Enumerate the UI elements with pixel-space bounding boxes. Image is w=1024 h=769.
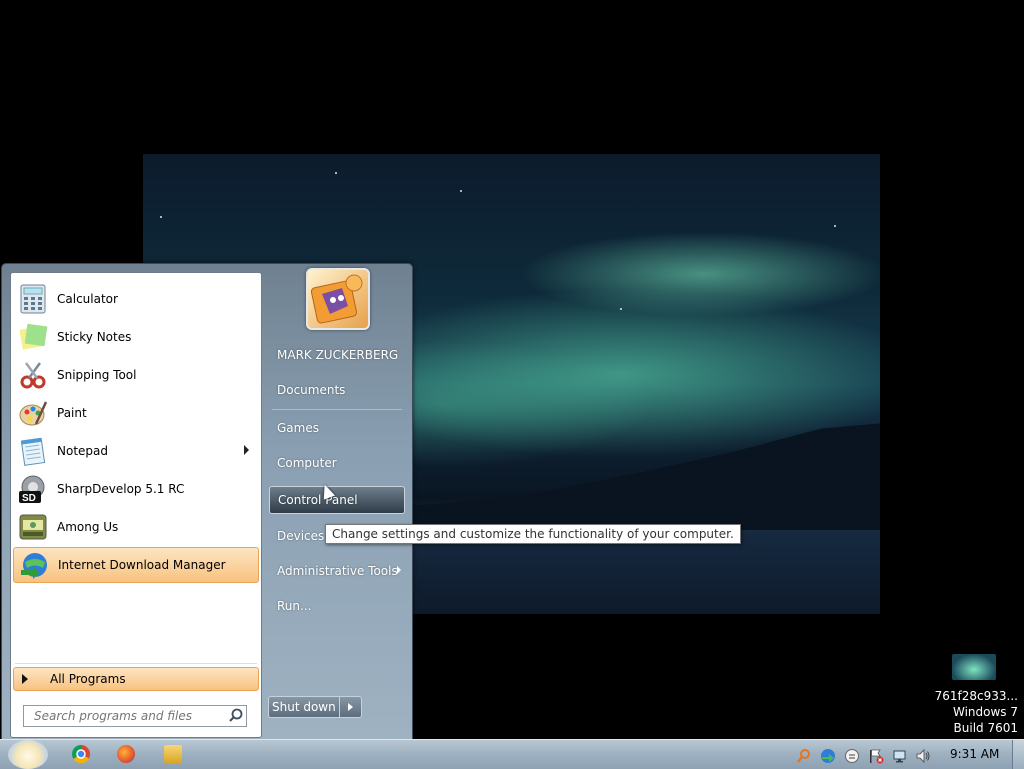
star xyxy=(460,190,462,192)
start-menu: Calculator Sticky Notes Snipping Tool Pa… xyxy=(1,263,413,741)
programs-divider xyxy=(15,663,257,664)
start-menu-right-pane: MARK ZUCKERBERG Documents Games Computer… xyxy=(262,264,412,740)
program-label: Snipping Tool xyxy=(57,368,137,382)
program-label: SharpDevelop 5.1 RC xyxy=(57,482,185,496)
start-button[interactable] xyxy=(8,740,48,769)
notepad-icon xyxy=(17,435,49,467)
start-menu-programs-pane: Calculator Sticky Notes Snipping Tool Pa… xyxy=(10,272,262,738)
documents-link[interactable]: Documents xyxy=(269,376,405,404)
star xyxy=(620,308,622,310)
windows-watermark: 761f28c933... Windows 7 Build 7601 xyxy=(898,688,1018,736)
action-center-flag-icon[interactable] xyxy=(868,748,884,764)
computer-link[interactable]: Computer xyxy=(269,449,405,477)
program-item-snipping-tool[interactable]: Snipping Tool xyxy=(13,357,259,393)
sharpdevelop-icon: SD xyxy=(17,473,49,505)
svg-text:SD: SD xyxy=(22,493,36,504)
all-programs-button[interactable]: All Programs xyxy=(13,667,259,691)
user-avatar[interactable] xyxy=(306,268,370,330)
program-label: Internet Download Manager xyxy=(58,558,226,572)
search-box[interactable] xyxy=(23,705,247,727)
taskbar: 9:31 AM xyxy=(0,739,1024,769)
network-icon[interactable] xyxy=(892,748,906,763)
star xyxy=(834,225,836,227)
shutdown-options-arrow-icon[interactable] xyxy=(338,697,361,717)
games-link[interactable]: Games xyxy=(269,414,405,442)
idm-tray-icon[interactable] xyxy=(820,748,835,763)
paint-icon xyxy=(17,397,49,429)
run-link[interactable]: Run... xyxy=(269,592,405,620)
program-item-calculator[interactable]: Calculator xyxy=(13,281,259,317)
calculator-icon xyxy=(17,283,49,315)
program-item-internet-download-manager[interactable]: Internet Download Manager xyxy=(13,547,259,583)
administrative-tools-label: Administrative Tools xyxy=(277,564,398,578)
program-label: Paint xyxy=(57,406,87,420)
triangle-right-icon xyxy=(22,674,28,684)
program-item-paint[interactable]: Paint xyxy=(13,395,259,431)
program-item-sticky-notes[interactable]: Sticky Notes xyxy=(13,319,259,355)
program-item-notepad[interactable]: Notepad xyxy=(13,433,259,469)
search-icon[interactable] xyxy=(226,706,246,726)
among-us-icon xyxy=(17,511,49,543)
control-panel-link[interactable]: Control Panel xyxy=(269,486,405,514)
right-pane-separator xyxy=(272,409,402,410)
star xyxy=(335,172,337,174)
idm-icon xyxy=(18,549,50,581)
show-desktop-button[interactable] xyxy=(1012,740,1024,769)
emoji-tray-icon[interactable] xyxy=(844,748,859,763)
taskbar-clock[interactable]: 9:31 AM xyxy=(950,747,999,761)
watermark-line: Build 7601 xyxy=(953,721,1018,735)
snipping-tool-icon xyxy=(17,359,49,391)
program-item-among-us[interactable]: Among Us xyxy=(13,509,259,545)
shutdown-button[interactable]: Shut down xyxy=(269,700,339,714)
submenu-arrow-icon[interactable] xyxy=(397,566,401,574)
program-label: Notepad xyxy=(57,444,108,458)
desktop-thumbnail-icon[interactable] xyxy=(952,654,996,680)
star xyxy=(160,216,162,218)
search-input[interactable] xyxy=(32,708,226,724)
explorer-icon[interactable] xyxy=(164,745,182,763)
control-panel-tooltip: Change settings and customize the functi… xyxy=(325,524,741,544)
search-tray-icon[interactable] xyxy=(796,748,810,763)
user-name-link[interactable]: MARK ZUCKERBERG xyxy=(269,341,405,369)
program-label: Calculator xyxy=(57,292,118,306)
shutdown-button-group: Shut down xyxy=(268,696,362,718)
watermark-line: Windows 7 xyxy=(952,705,1018,719)
program-label: Sticky Notes xyxy=(57,330,132,344)
sticky-notes-icon xyxy=(17,321,49,353)
submenu-arrow-icon[interactable] xyxy=(244,445,249,455)
program-item-sharpdevelop[interactable]: SD SharpDevelop 5.1 RC xyxy=(13,471,259,507)
firefox-icon[interactable] xyxy=(117,745,135,763)
all-programs-label: All Programs xyxy=(50,672,126,686)
volume-icon[interactable] xyxy=(915,748,930,763)
administrative-tools-link[interactable]: Administrative Tools xyxy=(269,557,405,585)
chrome-icon[interactable] xyxy=(72,745,90,763)
program-label: Among Us xyxy=(57,520,119,534)
watermark-line: 761f28c933... xyxy=(934,689,1018,703)
